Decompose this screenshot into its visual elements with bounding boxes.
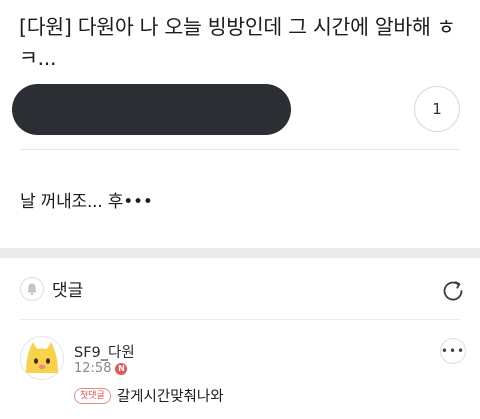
comment-meta: 12:58 N: [74, 361, 128, 376]
author-profile-redacted[interactable]: [12, 84, 291, 135]
more-icon[interactable]: •••: [440, 338, 466, 364]
new-badge: N: [115, 362, 128, 375]
comment-text: 갈게시간맞춰나와: [116, 389, 224, 405]
comment-time: 12:58: [74, 361, 112, 376]
divider: [20, 149, 460, 150]
comments-label: 댓글: [52, 281, 84, 301]
comments-header: 댓글: [20, 276, 83, 301]
divider: [20, 319, 460, 320]
post-title: [다원] 다원아 나 오늘 빙방인데 그 시간에 알바해 ㅎㅋ...: [19, 15, 456, 70]
section-separator: [0, 248, 480, 258]
post-body: 날 꺼내조... 후•••: [20, 192, 153, 212]
comment-count-button[interactable]: 1: [414, 86, 460, 132]
bell-icon[interactable]: [20, 276, 44, 301]
avatar[interactable]: [20, 336, 64, 380]
refresh-icon[interactable]: [440, 278, 466, 304]
comment-author[interactable]: SF9_다원: [74, 341, 135, 362]
first-comment-badge: 첫댓글: [74, 387, 111, 404]
comment-content: 첫댓글 갈게시간맞춰나와: [74, 385, 224, 406]
